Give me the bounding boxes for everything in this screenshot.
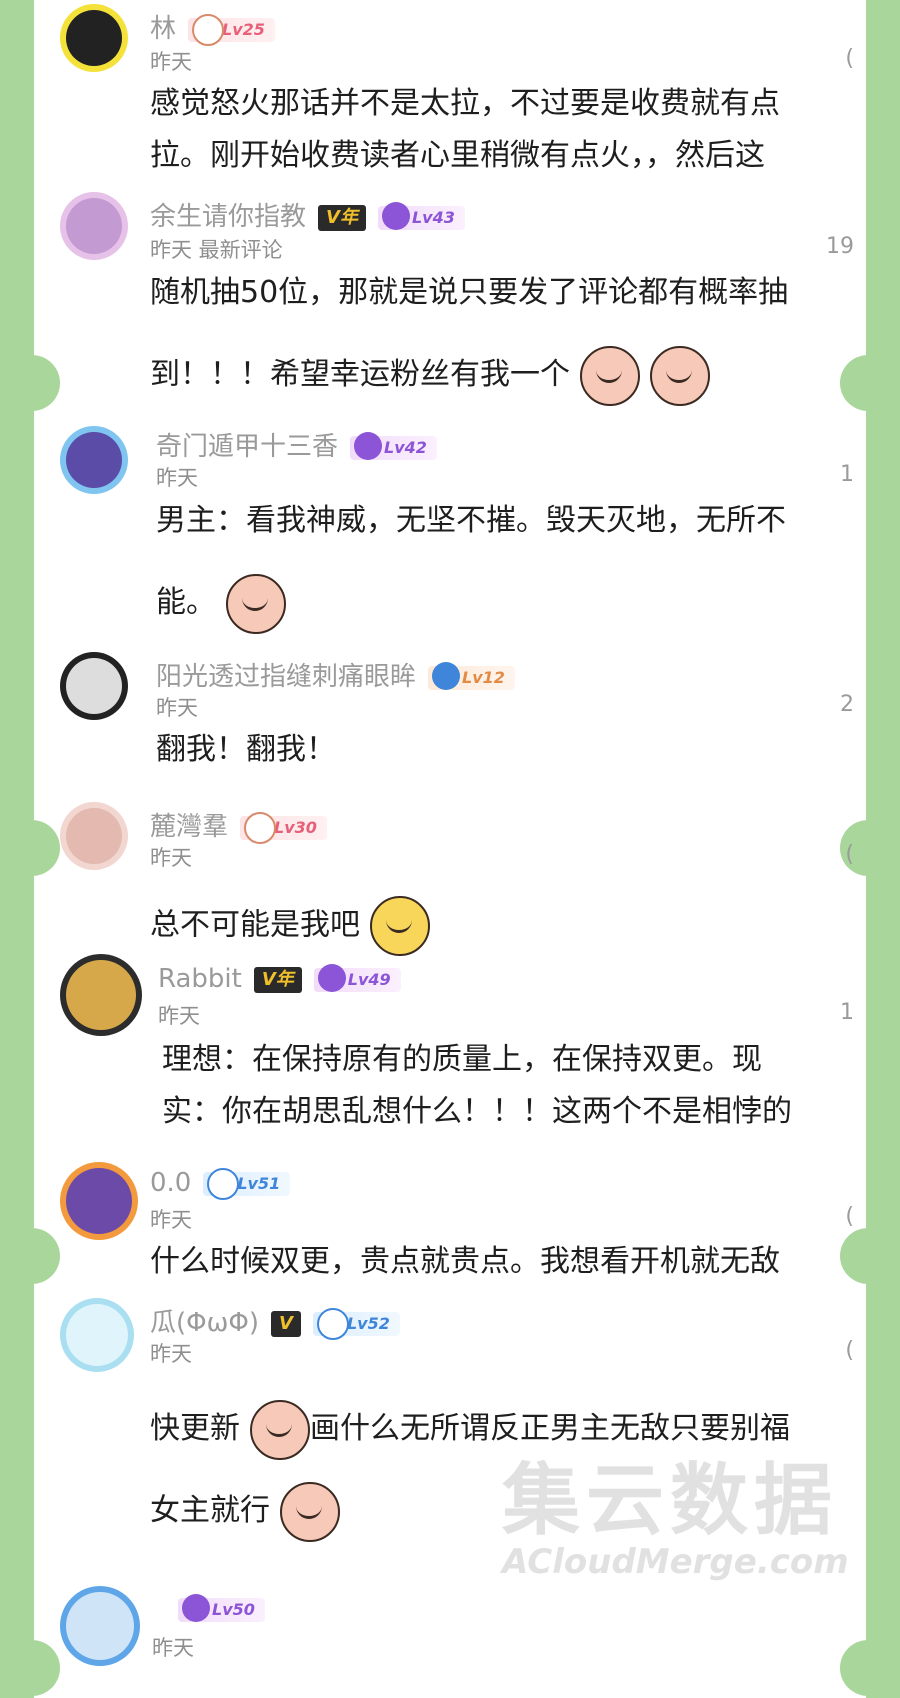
update-emoji-icon [250, 1399, 310, 1460]
level-icon [207, 1167, 240, 1200]
like-count[interactable]: ( [845, 842, 854, 867]
level-badge: Lv49 [313, 963, 401, 992]
level-icon [317, 963, 346, 992]
level-icon [381, 201, 410, 230]
comment-time: 昨天 [158, 1004, 200, 1028]
comment-card: 林 Lv25 昨天 ( 感觉怒火那话并不是太拉，不过要是收费就有点 拉。刚开始收费… [34, 0, 866, 1698]
like-count[interactable]: 2 [840, 692, 854, 717]
username[interactable]: 瓜(ΦωΦ) V Lv52 [150, 1302, 400, 1340]
level-badge: Lv25 [188, 13, 275, 46]
level-badge: Lv51 [203, 1167, 291, 1200]
crying-emoji-icon [650, 345, 710, 406]
username[interactable]: 阳光透过指缝刺痛眼眸 Lv12 [156, 656, 515, 693]
comment-time: 昨天 [150, 1208, 192, 1232]
comment-text: 翻我！翻我！ [156, 732, 336, 767]
ticket-notch [34, 355, 60, 411]
username[interactable]: 林 Lv25 [150, 8, 275, 46]
comment-time: 昨天 [150, 1342, 192, 1366]
level-badge: Lv42 [350, 431, 437, 460]
level-icon [316, 1307, 349, 1340]
vip-badge: V年 [253, 966, 302, 993]
comment-text: 男主：看我神威，无坚不摧。毁天灭地，无所不 能。 [156, 480, 846, 644]
comment-text: 感觉怒火那话并不是太拉，不过要是收费就有点 拉。刚开始收费读者心里稍微有点火，，… [150, 86, 780, 173]
vip-badge: V [271, 1310, 301, 1337]
confused-emoji-icon [370, 896, 430, 956]
like-count[interactable]: 1 [840, 1000, 854, 1025]
level-badge: Lv50 [178, 1593, 265, 1622]
avatar[interactable] [60, 426, 128, 494]
level-icon [192, 13, 225, 46]
level-icon [354, 431, 383, 460]
level-badge: Lv12 [428, 661, 515, 690]
comment-time: 昨天 [156, 696, 198, 720]
username[interactable]: Rabbit V年 Lv49 [158, 963, 401, 994]
username[interactable]: Lv50 [166, 1593, 265, 1624]
avatar[interactable] [60, 652, 128, 720]
like-count[interactable]: ( [845, 46, 854, 71]
avatar[interactable] [60, 954, 142, 1036]
crying-emoji-icon [580, 345, 640, 406]
avatar[interactable] [60, 1162, 138, 1240]
ticket-notch [34, 1640, 60, 1696]
username[interactable]: 麓灣羣 Lv30 [150, 806, 327, 844]
comment-text: 随机抽50位，那就是说只要发了评论都有概率抽 到！！！希望幸运粉丝有我一个 [150, 252, 846, 416]
level-icon [182, 1593, 210, 1622]
comment-text: 快更新 画什么无所谓反正男主无敌只要别福 女主就行 [150, 1388, 846, 1552]
like-count[interactable]: ( [845, 1338, 854, 1363]
username[interactable]: 余生请你指教 V年 Lv43 [150, 196, 465, 233]
comment-time: 昨天 [150, 50, 192, 74]
update-emoji-icon [280, 1481, 340, 1542]
avatar[interactable] [60, 4, 128, 72]
comment-time: 昨天 [152, 1636, 194, 1660]
avatar[interactable] [60, 1586, 140, 1666]
level-badge: Lv52 [312, 1307, 400, 1340]
username[interactable]: 0.0 Lv51 [150, 1167, 291, 1200]
comment-text: 总不可能是我吧 [150, 896, 846, 956]
level-badge: Lv30 [240, 811, 327, 844]
ticket-notch [34, 1228, 60, 1284]
avatar[interactable] [60, 1298, 134, 1372]
level-icon [432, 661, 461, 690]
level-icon [244, 811, 277, 844]
comment-time: 昨天 [150, 846, 192, 870]
like-count[interactable]: ( [845, 1204, 854, 1229]
ticket-notch [840, 1640, 866, 1696]
avatar[interactable] [60, 802, 128, 870]
username[interactable]: 奇门遁甲十三香 Lv42 [156, 426, 437, 463]
level-badge: Lv43 [377, 201, 465, 230]
comment-text: 理想：在保持原有的质量上，在保持双更。现 实：你在胡思乱想什么！！！这两个不是相… [162, 1042, 792, 1129]
vip-badge: V年 [318, 204, 366, 231]
angry-emoji-icon [226, 573, 286, 634]
avatar[interactable] [60, 192, 128, 260]
ticket-notch [34, 820, 60, 876]
comment-text: 什么时候双更，贵点就贵点。我想看开机就无敌 [150, 1244, 780, 1279]
